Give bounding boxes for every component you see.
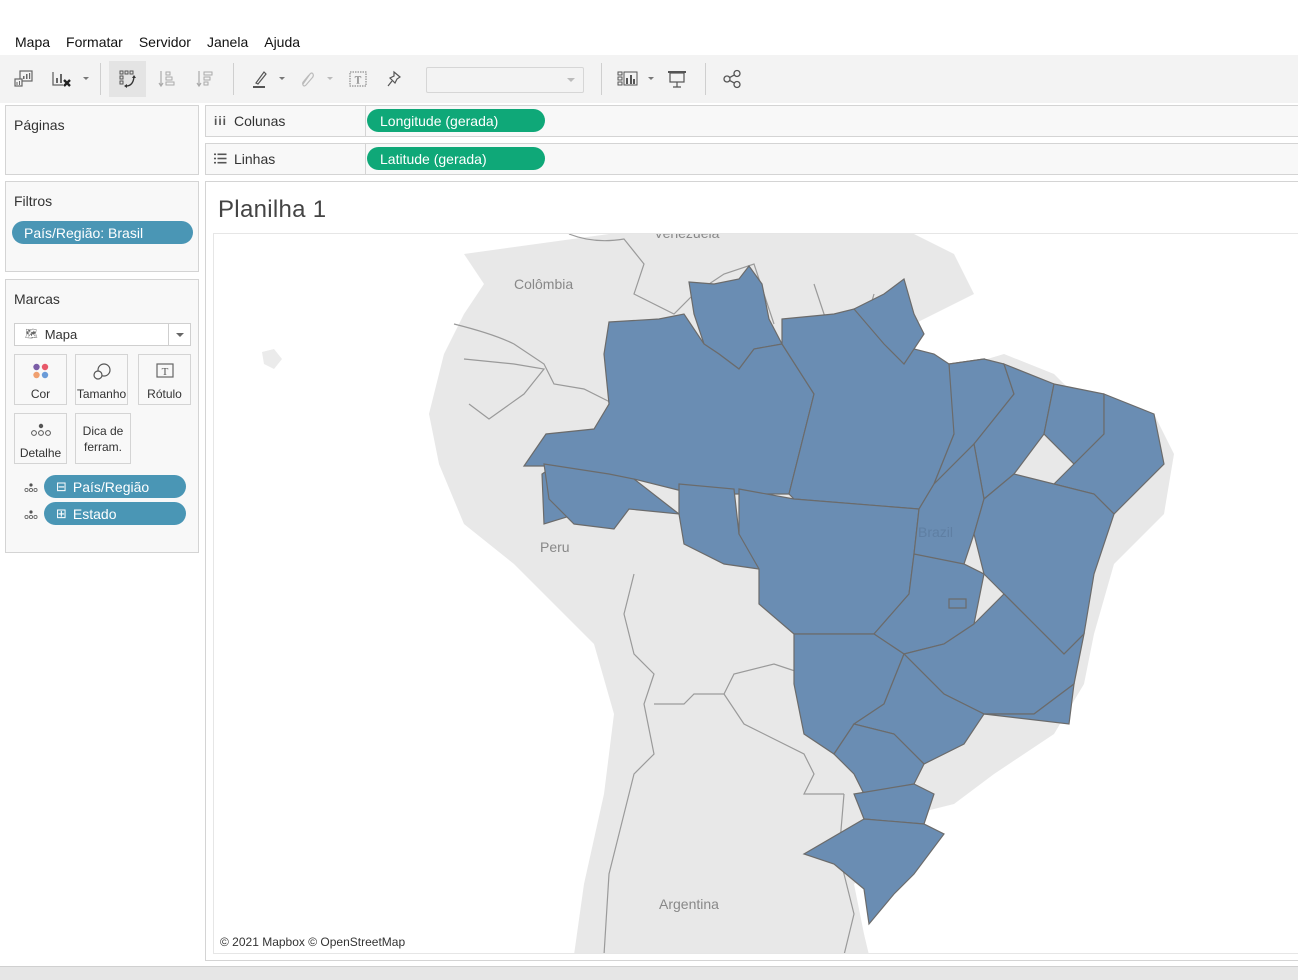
color-label: Cor bbox=[30, 387, 51, 401]
new-worksheet-icon[interactable] bbox=[12, 61, 36, 97]
tooltip-label: Dica de ferram. bbox=[82, 424, 124, 454]
toolbar: T bbox=[0, 55, 1298, 103]
state-distrito-federal bbox=[948, 598, 967, 609]
size-label: Tamanho bbox=[76, 387, 127, 401]
menu-formatar[interactable]: Formatar bbox=[66, 34, 123, 50]
toolbar-divider bbox=[705, 63, 706, 95]
tooltip-button[interactable]: Dica de ferram. bbox=[75, 413, 131, 464]
show-me-dropdown[interactable] bbox=[648, 77, 654, 80]
mark-type-select[interactable]: 🗺 Mapa bbox=[14, 323, 191, 346]
shelf-divider bbox=[365, 144, 366, 174]
svg-text:T: T bbox=[355, 75, 362, 87]
collapse-icon[interactable]: ⊟ bbox=[56, 479, 67, 495]
columns-icon: iii bbox=[214, 114, 228, 128]
pages-title: Páginas bbox=[14, 117, 65, 133]
show-labels-icon[interactable]: T bbox=[346, 61, 370, 97]
rows-pill-latitude[interactable]: Latitude (gerada) bbox=[367, 147, 545, 170]
map-canvas[interactable] bbox=[214, 234, 1298, 954]
svg-text:T: T bbox=[161, 366, 168, 378]
filters-title: Filtros bbox=[14, 193, 53, 209]
map-label-colombia: Colômbia bbox=[514, 276, 574, 292]
detail-label: Detalhe bbox=[19, 446, 62, 460]
menu-mapa[interactable]: Mapa bbox=[15, 34, 50, 50]
label-label: Rótulo bbox=[147, 387, 182, 401]
worksheet: Planilha 1 Venezuela Colômbia Peru Brazi… bbox=[205, 181, 1298, 961]
toolbar-divider bbox=[601, 63, 602, 95]
swap-rows-columns-icon[interactable] bbox=[109, 61, 146, 97]
sort-ascending-icon[interactable] bbox=[155, 61, 179, 97]
rows-icon bbox=[214, 151, 227, 167]
color-button[interactable]: Cor bbox=[14, 354, 67, 405]
sort-descending-icon[interactable] bbox=[193, 61, 217, 97]
marks-field-pill-state[interactable]: ⊞ Estado bbox=[44, 502, 186, 525]
share-icon[interactable] bbox=[720, 61, 744, 97]
color-icon bbox=[15, 363, 66, 379]
menu-ajuda[interactable]: Ajuda bbox=[264, 34, 300, 50]
pages-card[interactable]: Páginas bbox=[5, 105, 199, 175]
detail-icon bbox=[15, 422, 66, 438]
menu-bar: Mapa Formatar Servidor Janela Ajuda bbox=[0, 30, 1298, 54]
map-attribution[interactable]: © 2021 Mapbox © OpenStreetMap bbox=[217, 934, 409, 950]
sheet-title[interactable]: Planilha 1 bbox=[218, 196, 326, 224]
marks-card: Marcas 🗺 Mapa Cor Tamanho T Rótulo Detal… bbox=[5, 279, 199, 553]
filters-card[interactable]: Filtros País/Região: Brasil bbox=[5, 181, 199, 272]
map-label-peru: Peru bbox=[540, 539, 570, 555]
map-label-venezuela: Venezuela bbox=[654, 233, 720, 241]
toolbar-divider bbox=[100, 63, 101, 95]
label-button[interactable]: T Rótulo bbox=[138, 354, 191, 405]
columns-shelf-label: iii Colunas bbox=[214, 113, 285, 129]
highlight-dropdown[interactable] bbox=[279, 77, 285, 80]
pin-icon[interactable] bbox=[383, 61, 407, 97]
size-icon bbox=[76, 363, 127, 381]
clear-sheet-dropdown[interactable] bbox=[83, 77, 89, 80]
map-label-argentina: Argentina bbox=[659, 896, 719, 912]
clear-sheet-icon[interactable] bbox=[49, 61, 75, 97]
menu-servidor[interactable]: Servidor bbox=[139, 34, 191, 50]
galapagos-islands bbox=[262, 349, 282, 369]
chevron-down-icon bbox=[168, 324, 190, 345]
toolbar-divider bbox=[233, 63, 234, 95]
detail-field-icon bbox=[24, 481, 38, 499]
show-me-icon[interactable] bbox=[616, 61, 640, 97]
filter-pill-country[interactable]: País/Região: Brasil bbox=[12, 221, 193, 244]
expand-icon[interactable]: ⊞ bbox=[56, 506, 67, 522]
columns-label: Colunas bbox=[234, 113, 286, 129]
map-label-brazil: Brazil bbox=[918, 524, 954, 540]
menu-janela[interactable]: Janela bbox=[207, 34, 248, 50]
status-bar bbox=[0, 966, 1298, 980]
map-view[interactable]: Venezuela Colômbia Peru Brazil Argentina… bbox=[213, 233, 1298, 954]
presentation-icon[interactable] bbox=[665, 61, 689, 97]
text-label-icon: T bbox=[139, 363, 190, 379]
detail-field-icon bbox=[24, 508, 38, 526]
fit-dropdown[interactable] bbox=[426, 67, 584, 93]
map-icon: 🗺 bbox=[25, 329, 38, 340]
highlight-icon[interactable] bbox=[248, 61, 272, 97]
rows-label: Linhas bbox=[234, 151, 276, 167]
columns-shelf[interactable]: iii Colunas Longitude (gerada) bbox=[205, 105, 1298, 137]
marks-field-name: Estado bbox=[72, 505, 117, 522]
marks-field-pill-country[interactable]: ⊟ País/Região bbox=[44, 475, 186, 498]
detail-button[interactable]: Detalhe bbox=[14, 413, 67, 464]
group-dropdown[interactable] bbox=[327, 77, 333, 80]
columns-pill-longitude[interactable]: Longitude (gerada) bbox=[367, 109, 545, 132]
group-icon[interactable] bbox=[295, 61, 319, 97]
rows-shelf[interactable]: Linhas Latitude (gerada) bbox=[205, 143, 1298, 175]
size-button[interactable]: Tamanho bbox=[75, 354, 128, 405]
shelf-divider bbox=[365, 106, 366, 136]
marks-field-name: País/Região bbox=[72, 478, 150, 495]
marks-title: Marcas bbox=[14, 291, 60, 307]
mark-type-value: Mapa bbox=[44, 327, 78, 342]
rows-shelf-label: Linhas bbox=[214, 151, 275, 167]
